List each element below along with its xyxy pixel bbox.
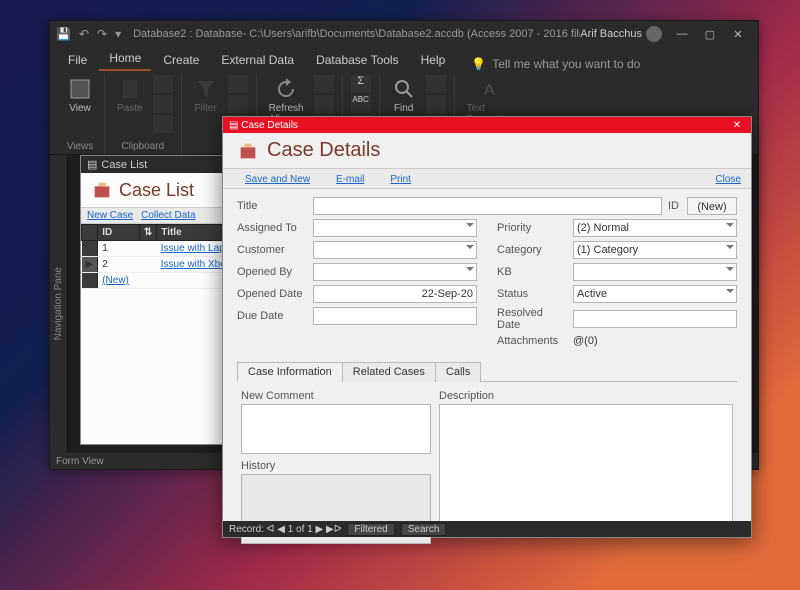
svg-text:A: A [484,82,495,99]
avatar-icon [646,26,662,42]
title-input[interactable] [313,197,662,215]
collect-data-link[interactable]: Collect Data [141,210,195,221]
print-link[interactable]: Print [378,172,411,185]
case-details-window: ▤ Case Details ✕ Case Details Save and N… [222,116,752,538]
label-id: ID [668,200,679,212]
priority-combo[interactable]: (2) Normal [573,219,737,237]
filtered-indicator[interactable]: Filtered [347,523,394,536]
totals-button[interactable]: Σ [351,75,371,93]
save-record-button[interactable] [314,95,334,113]
tab-related-cases[interactable]: Related Cases [342,362,436,382]
replace-button[interactable] [426,75,446,93]
goto-button[interactable] [426,95,446,113]
lightbulb-icon: 💡 [471,57,486,71]
save-and-new-link[interactable]: Save and New [233,172,310,185]
copy-button[interactable] [153,95,173,113]
category-combo[interactable]: (1) Category [573,241,737,259]
save-icon[interactable]: 💾 [56,27,71,41]
tab-external-data[interactable]: External Data [211,49,304,71]
new-record-button[interactable] [314,75,334,93]
label-opened-by: Opened By [237,266,307,278]
tab-help[interactable]: Help [411,49,456,71]
id-field: (New) [687,197,737,215]
maximize-button[interactable]: ▢ [696,21,724,47]
label-customer: Customer [237,244,307,256]
label-history: History [241,460,431,472]
window-title: Database2 : Database- C:\Users\arifb\Doc… [133,28,580,40]
col-id[interactable]: ID [98,225,140,241]
opened-by-combo[interactable] [313,263,477,281]
new-case-link[interactable]: New Case [87,210,133,221]
label-opened-date: Opened Date [237,288,307,300]
tab-home[interactable]: Home [99,47,151,71]
label-due-date: Due Date [237,310,307,322]
case-icon [237,140,259,162]
case-details-heading: Case Details [223,133,751,168]
new-comment-textarea[interactable] [241,404,431,454]
sort-desc-button[interactable] [228,95,248,113]
filter-button[interactable]: Filter [190,75,222,116]
cut-button[interactable] [153,75,173,93]
redo-icon[interactable]: ↷ [97,27,107,41]
label-title: Title [237,200,307,212]
label-priority: Priority [497,222,567,234]
format-painter-button[interactable] [153,115,173,133]
label-description: Description [439,390,733,402]
titlebar: 💾 ↶ ↷ ▾ Database2 : Database- C:\Users\a… [50,21,758,47]
due-date-field[interactable] [313,307,477,325]
detail-tabs: Case Information Related Cases Calls [237,361,737,382]
status-combo[interactable]: Active [573,285,737,303]
case-details-statusbar: Record: ᐊ ◀ 1 of 1 ▶ ▶ᐅ Filtered Search [223,521,751,537]
case-details-titlebar[interactable]: ▤ Case Details ✕ [223,117,751,133]
paste-button[interactable]: Paste [113,75,147,116]
tab-create[interactable]: Create [153,49,209,71]
label-kb: KB [497,266,567,278]
label-new-comment: New Comment [241,390,431,402]
view-button[interactable]: View [64,75,96,116]
label-resolved-date: Resolved Date [497,307,567,331]
find-button[interactable]: Find [388,75,420,116]
record-navigator[interactable]: Record: ᐊ ◀ 1 of 1 ▶ ▶ᐅ [229,524,341,535]
ribbon-tabs: File Home Create External Data Database … [50,47,758,71]
tab-calls[interactable]: Calls [435,362,481,382]
account-user[interactable]: Arif Bacchus [580,26,662,42]
label-assigned-to: Assigned To [237,222,307,234]
label-status: Status [497,288,567,300]
attachments-value[interactable]: @(0) [573,335,737,347]
email-link[interactable]: E-mail [324,172,364,185]
sort-asc-button[interactable] [228,75,248,93]
view-mode-label: Form View [56,456,104,467]
navigation-pane-collapsed[interactable]: Navigation Pane [50,155,68,453]
description-textarea[interactable] [439,404,733,524]
tab-database-tools[interactable]: Database Tools [306,49,409,71]
spelling-button[interactable]: ABC [351,95,371,113]
case-icon [91,179,113,201]
close-form-link[interactable]: Close [703,172,741,185]
label-attachments: Attachments [497,335,567,347]
case-list-tab[interactable]: Case List [101,159,147,171]
minimize-button[interactable]: — [668,21,696,47]
opened-date-field[interactable]: 22-Sep-20 [313,285,477,303]
tell-me-search[interactable]: 💡Tell me what you want to do [471,57,640,71]
form-icon: ▤ [229,120,238,131]
kb-combo[interactable] [573,263,737,281]
close-button[interactable]: ✕ [724,21,752,47]
search-box[interactable]: Search [401,523,447,536]
close-window-button[interactable]: ✕ [729,120,745,131]
customer-combo[interactable] [313,241,477,259]
resolved-date-field[interactable] [573,310,737,328]
label-category: Category [497,244,567,256]
form-icon: ▤ [87,158,97,171]
qat-more-icon[interactable]: ▾ [115,27,121,41]
tab-file[interactable]: File [58,49,97,71]
assigned-to-combo[interactable] [313,219,477,237]
undo-icon[interactable]: ↶ [79,27,89,41]
tab-case-information[interactable]: Case Information [237,362,343,382]
